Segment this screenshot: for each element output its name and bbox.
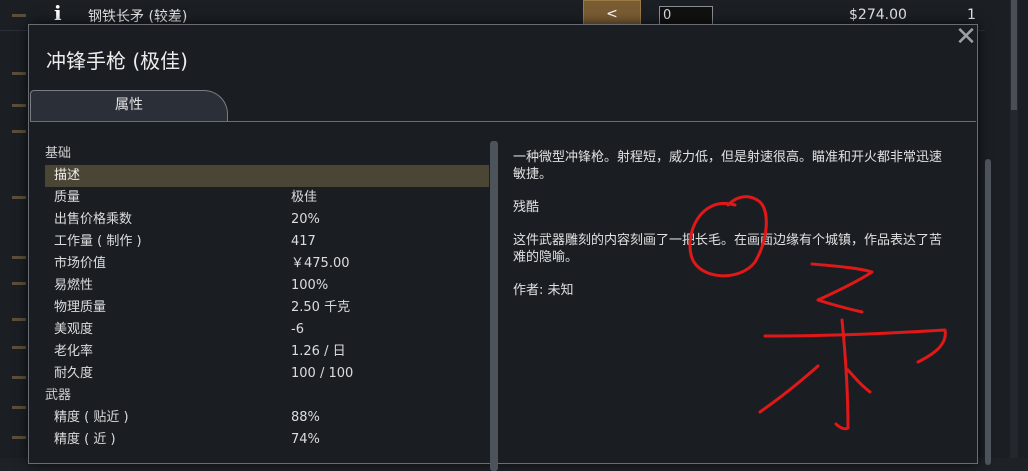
category-basic: 基础 [45,146,72,161]
quantity-input[interactable]: 0 [659,6,713,26]
stat-row[interactable]: 耐久度 100 / 100 [45,363,489,385]
stat-label: 美观度 [54,322,94,337]
item-thumbnail-icon [12,130,26,133]
item-thumbnail-icon [12,376,26,379]
stats-scrollbar[interactable] [490,141,498,471]
item-thumbnail-icon [12,282,26,285]
description-text: 一种微型冲锋枪。射程短，威力低，但是射速很高。瞄准和开火都非常迅速敏捷。 [513,150,943,182]
stat-row[interactable]: 美观度 -6 [45,319,489,341]
item-thumbnail-icon [12,72,26,75]
stat-value: 74% [291,432,320,447]
stat-value: 极佳 [291,190,318,205]
item-price: $274.00 [849,7,907,23]
stat-value: -6 [291,322,304,337]
stat-label: 易燃性 [54,278,94,293]
list-scrollbar-thumb[interactable] [1011,0,1017,110]
stat-label: 精度 ( 贴近 ) [54,410,129,425]
stat-label: 物理质量 [54,300,107,315]
stats-list: 基础 描述 质量 极佳 出售价格乘数 20% 工作量 ( 制作 ) 417 市场… [45,143,489,451]
stat-label: 工作量 ( 制作 ) [54,234,142,249]
tab-divider [30,121,976,122]
stat-label: 精度 ( 近 ) [54,432,116,447]
quality-text: 残酷 [513,200,540,215]
stat-value: 417 [291,234,316,249]
description-scrollbar[interactable] [985,159,991,465]
stat-label: 老化率 [54,344,94,359]
info-icon[interactable]: i [54,2,68,24]
item-thumbnail-icon [12,406,26,409]
stat-value: 2.50 千克 [291,300,351,315]
art-description-text: 这件武器雕刻的内容刻画了一把长毛。在画面边缘有个城镇，作品表达了苦难的隐喻。 [513,233,943,265]
list-scrollbar[interactable] [1010,0,1018,458]
item-thumbnail-icon [12,256,26,259]
item-thumbnail-icon [12,436,26,439]
stat-label: 耐久度 [54,366,94,381]
stat-row[interactable]: 市场价值 ￥475.00 [45,253,489,275]
stat-label: 质量 [54,190,81,205]
stat-row[interactable]: 精度 ( 贴近 ) 88% [45,407,489,429]
author-text: 作者: 未知 [513,283,574,298]
stat-value: 1.26 / 日 [291,344,346,359]
item-thumbnail-icon [12,346,26,349]
close-button[interactable]: ✕ [954,24,978,50]
stat-row[interactable]: 质量 极佳 [45,187,489,209]
item-count: 1 [967,7,976,23]
category-weapon: 武器 [45,388,72,403]
stats-scrollbar-thumb[interactable] [490,141,498,471]
stat-label: 出售价格乘数 [54,212,133,227]
stat-row[interactable]: 老化率 1.26 / 日 [45,341,489,363]
stat-row[interactable]: 精度 ( 近 ) 74% [45,429,489,451]
item-thumbnail-icon [12,14,26,17]
stat-row[interactable]: 易燃性 100% [45,275,489,297]
item-name: 钢铁长矛 (较差) [88,9,188,25]
stat-row[interactable]: 物理质量 2.50 千克 [45,297,489,319]
stat-row[interactable]: 出售价格乘数 20% [45,209,489,231]
tab-stats[interactable]: 属性 [30,90,228,122]
item-info-dialog: 冲锋手枪 (极佳) ✕ 属性 基础 描述 质量 极佳 出售价格乘数 20% 工作… [28,24,991,471]
item-thumbnail-icon [12,104,26,107]
stat-row[interactable]: 工作量 ( 制作 ) 417 [45,231,489,253]
stat-value: ￥475.00 [291,256,350,271]
stat-label: 市场价值 [54,256,107,271]
description-panel: 一种微型冲锋枪。射程短，威力低，但是射速很高。瞄准和开火都非常迅速敏捷。 残酷 … [513,149,953,315]
dialog-title: 冲锋手枪 (极佳) [46,49,188,73]
stat-value: 88% [291,410,320,425]
stat-value: 20% [291,212,320,227]
stat-value: 100 / 100 [291,366,354,381]
item-thumbnail-icon [12,318,26,321]
item-thumbnail-icon [12,196,26,199]
stat-row-description[interactable]: 描述 [45,165,489,187]
stat-label: 描述 [54,168,81,183]
stat-value: 100% [291,278,329,293]
